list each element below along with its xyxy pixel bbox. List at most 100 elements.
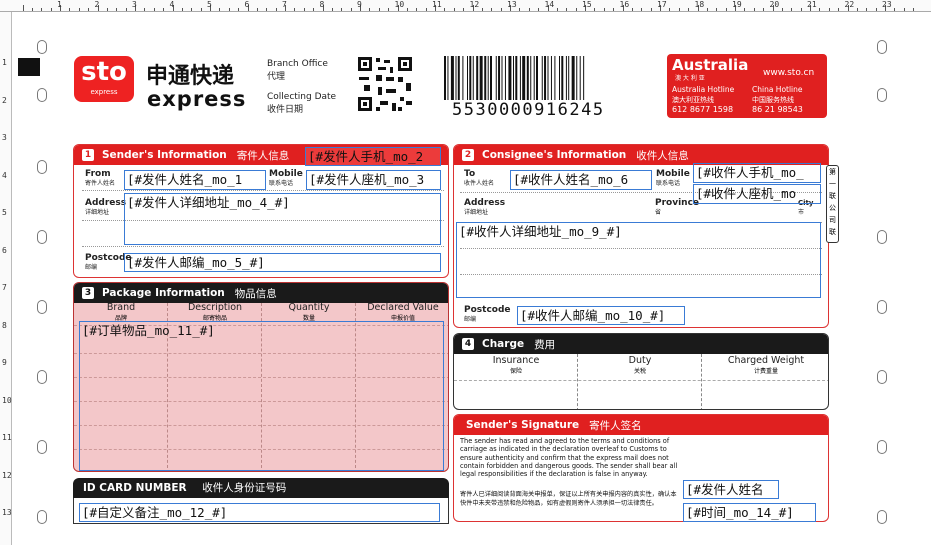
barcode-bar [467,56,468,100]
ruler-tick [350,8,352,11]
barcode-bar [504,56,506,100]
ruler-tick [819,8,821,11]
divider [82,246,444,247]
sender-address-field[interactable]: [#发件人详细地址_mo_4_#] [124,193,441,245]
barcode-bar [447,56,449,100]
logo-text: sto [81,57,127,87]
ruler-number: 20 [769,0,780,9]
barcode-bar [513,56,514,100]
grid-line [577,354,578,409]
ruler-tick [444,8,446,11]
ruler-tick [88,8,90,11]
branch-office-cn: 代理 [267,72,286,82]
ruler-tick [388,8,390,11]
perforation-hole [37,510,47,524]
ruler-tick [669,8,671,11]
ruler-number: 7 [2,283,7,292]
ruler-number: 16 [619,0,630,9]
barcode-bar [495,56,497,100]
hotline-au-number: 612 8677 1598 [672,105,734,114]
ruler-number: 10 [394,0,405,9]
ruler-tick [744,8,746,11]
barcode-bar [450,56,454,100]
ruler-tick [725,8,727,11]
barcode-bar [526,56,529,100]
barcode-number: 5530000916245 [452,100,605,120]
perforation-hole [877,88,887,102]
signature-time-field[interactable]: [#时间_mo_14_#] [683,503,816,522]
barcode-bar [554,56,556,100]
sender-postcode-field[interactable]: [#发件人邮编_mo_5_#] [124,253,441,272]
ruler-number: 5 [207,0,212,9]
ruler-number: 3 [132,0,137,9]
hotline-cn-label: China Hotline [752,85,803,94]
barcode-bar [515,56,518,100]
barcode-bar [476,56,479,100]
ruler-tick [913,8,915,11]
package-items-field[interactable]: [#订单物品_mo_11_#] [79,321,444,471]
col-insurance: Insurance 保险 [492,355,540,376]
ruler-number: 8 [2,320,7,330]
barcode-bar [541,56,543,100]
sender-name-field[interactable]: [#发件人姓名_mo_1 [124,170,266,190]
ruler-number: 6 [244,0,250,9]
country-name: Australia [672,56,749,74]
ruler-tick [181,8,183,11]
ruler-tick [894,8,896,11]
consignee-name-field[interactable]: [#收件人姓名_mo_6 [510,170,652,190]
barcode-bar [484,56,487,100]
ruler-number: 7 [282,0,287,9]
barcode-bar [462,56,464,100]
ruler-tick [556,8,558,11]
qr-code [356,55,414,113]
registration-mark [18,58,40,76]
custom-remark-field[interactable]: [#自定义备注_mo_12_#] [79,503,440,522]
charge-header: 4 Charge 费用 [454,334,828,354]
ruler-tick [678,8,680,11]
ruler-number: 10 [2,395,12,405]
barcode-bar [490,56,492,100]
copy-label-side: 第 一 联 公 司 联 [826,165,839,243]
ruler-tick [566,8,568,11]
consignee-title: Consignee's Information [482,149,627,161]
ruler-tick [331,8,333,11]
ruler-tick [219,8,221,11]
perforation-hole [37,160,47,174]
ruler-tick [153,8,155,11]
perforation-hole [877,370,887,384]
barcode-bar [550,56,552,100]
barcode-bar [579,56,581,100]
barcode-bar [469,56,472,100]
signature-name-field[interactable]: [#发件人姓名 [683,480,779,499]
sender-phone-field[interactable]: [#发件人座机_mo_3 [306,170,441,190]
consignee-address-field[interactable]: [#收件人详细地址_mo_9_#] [456,222,821,298]
consignee-title-cn: 收件人信息 [636,149,689,162]
signature-terms-cn: 寄件人已详细阅读背面海关申报单，保证以上所有关申报内容的真实性，确认本快件中未夹… [460,491,677,507]
ruler-tick [538,8,540,11]
ruler-tick [453,8,455,11]
barcode-bar [544,56,547,100]
barcode-bar [568,56,570,100]
ruler-number: 18 [694,0,705,9]
consignee-phone-field[interactable]: [#收件人座机_mo [693,184,821,204]
divider [82,190,444,191]
perforation-hole [37,440,47,454]
barcode-bar [533,56,535,100]
ruler-number: 21 [807,0,817,9]
consignee-mobile-field[interactable]: [#收件人手机_mo_ [693,163,821,183]
barcode-bar [457,56,460,100]
perforation-hole [37,40,47,54]
sender-mobile-field[interactable]: [#发件人手机_mo_2 [305,147,441,166]
consignee-postcode-field[interactable]: [#收件人邮编_mo_10_#] [517,306,685,325]
ruler-tick [425,8,427,11]
ruler-number: 19 [732,0,742,9]
charge-section-number: 4 [462,338,474,350]
package-title-cn: 物品信息 [234,287,277,300]
barcode-bar [583,56,585,100]
ruler-tick [800,8,802,11]
perforation-hole [877,440,887,454]
ruler-tick [491,8,493,11]
perforation-hole [877,510,887,524]
ruler-tick [266,8,268,11]
ruler-number: 12 [2,470,12,480]
